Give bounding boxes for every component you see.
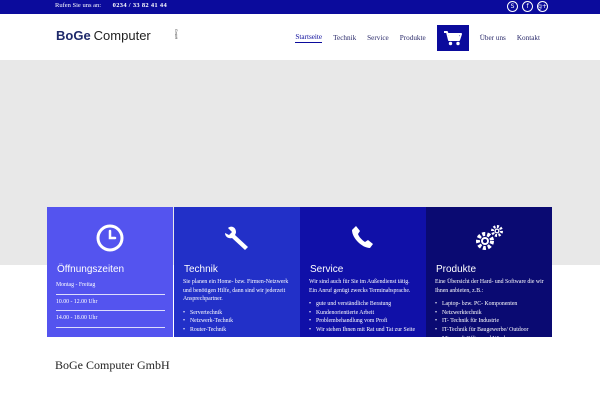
list-item: Servertechnik [183,309,292,318]
box-list: Laptop- bzw. PC- Komponenten Netzwerktec… [435,300,544,343]
header: BoGe Computer GmbH Startseite Technik Ser… [0,14,600,60]
call-info: Rufen Sie uns an: 0234 / 33 82 41 44 [55,2,167,9]
logo-part2: Computer [93,28,151,43]
list-item: IT- Technik für Industrie [435,317,544,326]
clock-icon [47,223,173,253]
hours-list: Montag - Freitag 10.00 - 12.00 Uhr 14.00… [56,278,165,328]
nav-item-kontakt[interactable]: Kontakt [517,34,540,42]
box-list: Servertechnik Netzwerk-Technik Router-Te… [183,309,292,335]
list-item: Problembehandlung vom Profi [309,317,418,326]
logo[interactable]: BoGe Computer GmbH [56,28,178,43]
info-box-technik: Technik Sie planen ein Home- bzw. Firmen… [174,207,300,337]
phone-icon [300,223,426,251]
wrench-icon [174,223,300,253]
facebook-icon[interactable]: f [522,1,533,12]
hours-row: Montag - Freitag [56,278,165,295]
skype-icon[interactable]: S [507,1,518,12]
google-plus-icon[interactable]: g+ [537,1,548,12]
box-title: Technik [184,264,218,275]
nav-item-technik[interactable]: Technik [333,34,356,42]
company-heading: BoGe Computer GmbH [55,358,170,372]
box-title: Service [310,264,344,275]
shopping-cart-icon [443,31,462,46]
box-title: Produkte [436,264,477,275]
box-title: Öffnungszeiten [57,264,125,275]
social-links: S f g+ [507,1,548,12]
list-item: Laptop- bzw. PC- Komponenten [435,300,544,309]
call-label: Rufen Sie uns an: [55,2,102,9]
box-list: gute und verständliche Beratung Kundenor… [309,300,418,334]
phone-number[interactable]: 0234 / 33 82 41 44 [113,2,167,9]
hours-row: 14.00 - 18.00 Uhr [56,311,165,328]
main-nav: Startseite Technik Service Produkte Über… [284,25,540,51]
info-box-produkte: Produkte Eine Übersicht der Hard- und So… [426,207,552,343]
list-item: Router-Technik [183,326,292,335]
top-bar: Rufen Sie uns an: 0234 / 33 82 41 44 S f… [0,0,600,14]
list-item: Microsoft Office und Windows [435,335,544,344]
box-text: Wir sind auch für Sie im Außendienst tät… [309,279,411,294]
nav-item-ueber-uns[interactable]: Über uns [480,34,506,42]
logo-part1: BoGe [56,28,91,43]
logo-tag: GmbH [174,29,178,40]
nav-item-produkte[interactable]: Produkte [400,34,426,42]
list-item: gute und verständliche Beratung [309,300,418,309]
list-item: Kundenorientierte Arbeit [309,309,418,318]
info-box-hours: Öffnungszeiten Montag - Freitag 10.00 - … [47,207,173,337]
list-item: Netzwerktechnik [435,309,544,318]
nav-item-startseite[interactable]: Startseite [295,33,323,43]
list-item: IT-Technik für Baugewerbe/ Outdoor [435,326,544,335]
box-text: Eine Übersicht der Hard- und Software di… [435,279,544,294]
info-box-service: Service Wir sind auch für Sie im Außendi… [300,207,426,337]
nav-item-service[interactable]: Service [367,34,389,42]
gears-icon [426,223,552,253]
cart-button[interactable] [436,25,469,51]
box-text: Sie planen ein Home- bzw. Firmen-Netzwer… [183,279,289,303]
list-item: Wir stehen Ihnen mit Rat und Tat zur Sei… [309,326,418,335]
list-item: Netzwerk-Technik [183,317,292,326]
hours-row: 10.00 - 12.00 Uhr [56,295,165,312]
